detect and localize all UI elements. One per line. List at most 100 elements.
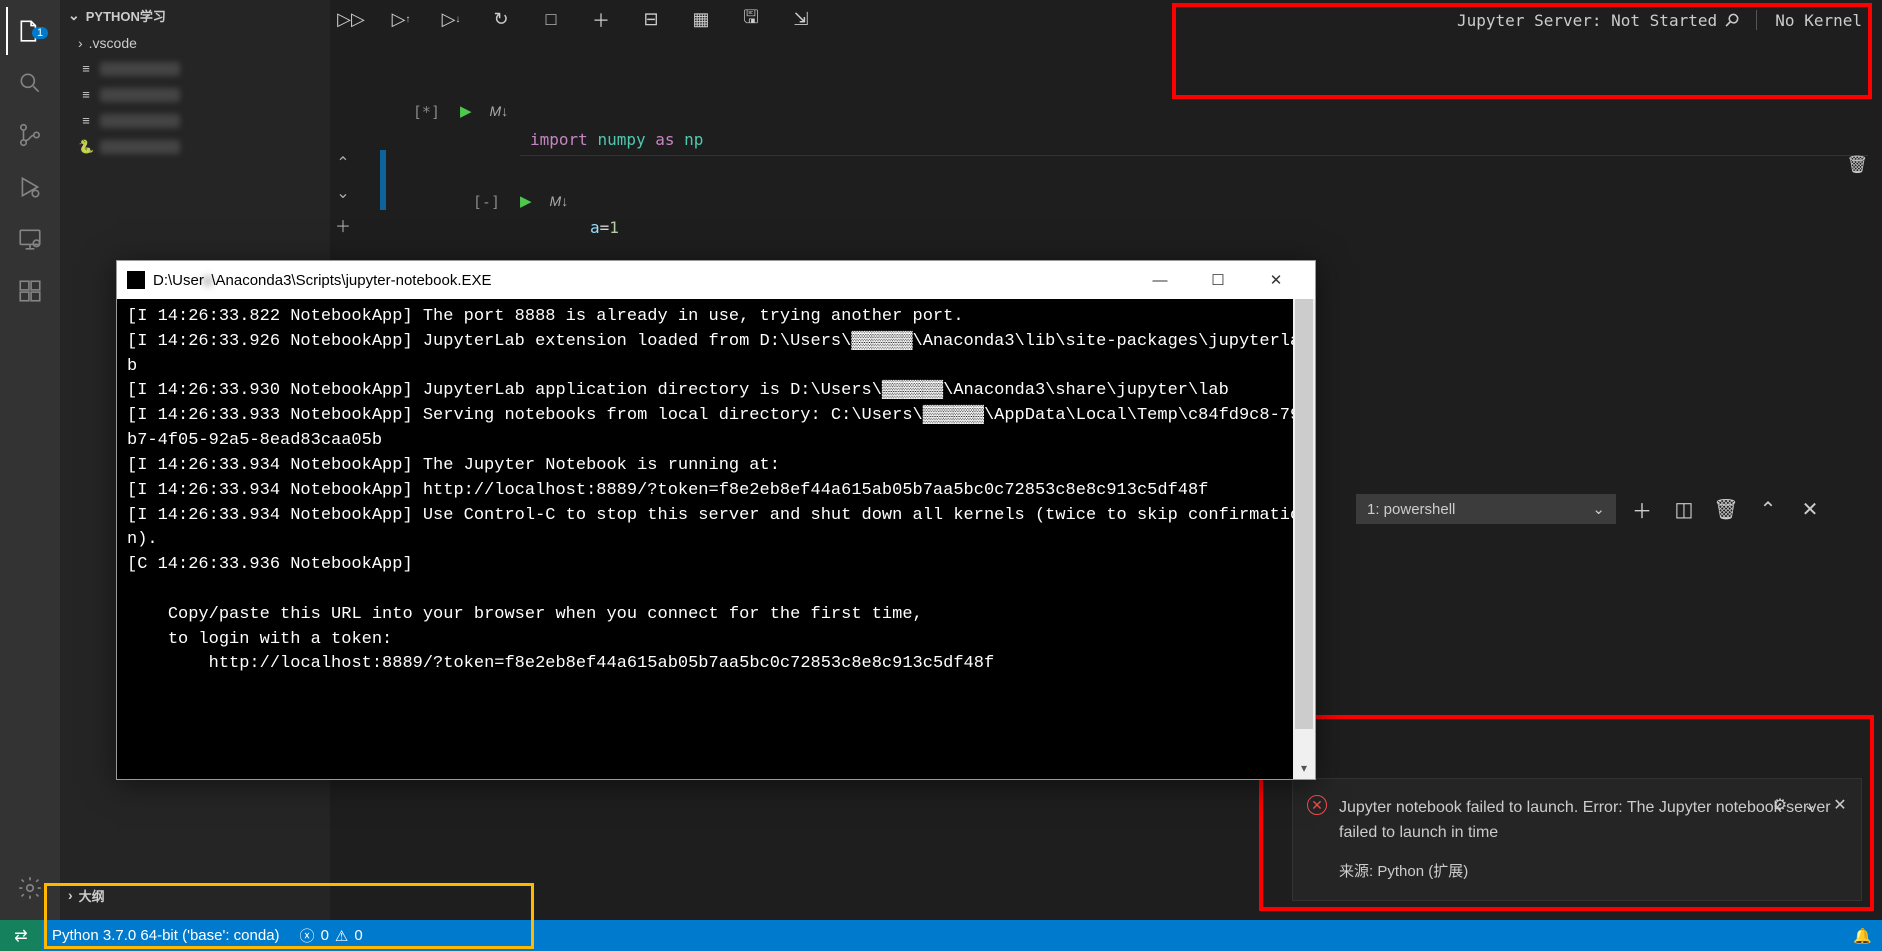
remote-icon: ⇄ <box>14 926 27 946</box>
chevron-right-icon: › <box>78 35 83 51</box>
list-icon: ≡ <box>78 61 94 77</box>
notification-toast: ✕ Jupyter notebook failed to launch. Err… <box>1292 778 1862 901</box>
search-icon[interactable] <box>6 59 54 107</box>
scroll-down-icon[interactable]: ▾ <box>1293 757 1315 779</box>
restart-icon[interactable]: ↻ <box>484 3 518 37</box>
export-icon[interactable]: ⇲ <box>784 3 818 37</box>
file-label: .vscode <box>89 35 137 51</box>
file-label: utils.py <box>100 114 180 128</box>
extensions-icon[interactable] <box>6 267 54 315</box>
bell-icon: 🔔 <box>1853 927 1872 945</box>
error-count: 0 <box>321 927 329 944</box>
chevron-down-icon: ⌄ <box>68 7 80 24</box>
chevron-down-icon[interactable]: ⌄ <box>1799 793 1821 819</box>
notebook-toolbar: ▷▷ ▷↑ ▷↓ ↻ □ ＋ ⊟ ▦ 🖫 ⇲ Jupyter Server: N… <box>330 0 1882 40</box>
gear-icon[interactable]: ⚙ <box>1769 793 1791 819</box>
minimize-button[interactable]: — <box>1131 261 1189 299</box>
close-button[interactable]: ✕ <box>1247 261 1305 299</box>
list-icon: ≡ <box>78 87 94 103</box>
markdown-toggle[interactable]: M↓ <box>490 103 509 119</box>
separator <box>1756 10 1757 30</box>
chevron-down-icon: ⌄ <box>1592 500 1605 518</box>
code-line[interactable]: import numpy as np <box>520 128 1868 156</box>
python-interpreter-status[interactable]: Python 3.7.0 64-bit ('base': conda) <box>42 920 290 951</box>
file-label: main.py <box>100 140 180 154</box>
file-item-vscode[interactable]: › .vscode <box>60 30 330 56</box>
run-cell-icon[interactable]: ▶ <box>520 192 532 210</box>
explorer-folder-name: PYTHON学习 <box>86 6 166 25</box>
markdown-toggle[interactable]: M↓ <box>550 193 569 209</box>
explorer-badge: 1 <box>32 27 48 39</box>
file-label: model.py <box>100 62 180 76</box>
python-icon: 🐍 <box>78 139 94 155</box>
warning-count: 0 <box>354 927 362 944</box>
move-down-icon[interactable]: ⌄ <box>336 183 349 203</box>
file-item[interactable]: ≡ utils.py <box>60 108 330 134</box>
scrollbar[interactable]: ▾ <box>1293 299 1315 779</box>
outline-title: 大纲 <box>79 886 105 905</box>
file-item[interactable]: ≡ model.py <box>60 56 330 82</box>
window-titlebar[interactable]: D:\Users\Anaconda3\Scripts\jupyter-noteb… <box>117 261 1315 299</box>
terminal-output[interactable]: [I 14:26:33.822 NotebookApp] The port 88… <box>117 299 1315 779</box>
clear-outputs-icon[interactable]: ⊟ <box>634 3 668 37</box>
code-line[interactable]: a=1 <box>580 216 1868 239</box>
window-title: D:\Users\Anaconda3\Scripts\jupyter-noteb… <box>153 272 492 289</box>
maximize-button[interactable]: ☐ <box>1189 261 1247 299</box>
add-cell-icon[interactable]: ＋ <box>584 3 618 37</box>
close-icon[interactable]: ✕ <box>1829 793 1851 819</box>
notebook-cell[interactable]: [*] ▶ M↓ import numpy as np <box>390 100 1882 121</box>
save-icon[interactable]: 🖫 <box>734 3 768 37</box>
scrollbar-thumb[interactable] <box>1295 299 1313 729</box>
cell-exec-count: [-] <box>450 190 500 211</box>
remote-explorer-icon[interactable] <box>6 215 54 263</box>
run-above-icon[interactable]: ▷↑ <box>384 3 418 37</box>
run-all-icon[interactable]: ▷▷ <box>334 3 368 37</box>
notifications-status[interactable]: 🔔 <box>1843 927 1882 945</box>
close-panel-icon[interactable]: ✕ <box>1794 497 1826 522</box>
run-cell-icon[interactable]: ▶ <box>460 102 472 120</box>
variables-icon[interactable]: ▦ <box>684 3 718 37</box>
file-item[interactable]: ≡ train.py <box>60 82 330 108</box>
external-terminal-window[interactable]: D:\Users\Anaconda3\Scripts\jupyter-noteb… <box>116 260 1316 780</box>
jupyter-server-label: Jupyter Server: Not Started <box>1457 11 1717 30</box>
maximize-panel-icon[interactable]: ⌃ <box>1752 497 1784 522</box>
remote-indicator[interactable]: ⇄ <box>0 920 42 951</box>
file-item[interactable]: 🐍 main.py <box>60 134 330 160</box>
notification-message: Jupyter notebook failed to launch. Error… <box>1339 795 1841 846</box>
list-icon: ≡ <box>78 113 94 129</box>
explorer-folder-header[interactable]: ⌄ PYTHON学习 <box>60 0 330 30</box>
cell-actions: ▶ M↓ <box>500 190 568 210</box>
cell-exec-count: [*] <box>390 100 440 121</box>
activity-bar: 1 <box>0 0 60 920</box>
source-control-icon[interactable] <box>6 111 54 159</box>
jupyter-server-status[interactable]: Jupyter Server: Not Started ⚲ <box>1457 10 1738 31</box>
cell-actions: ▶ M↓ <box>440 100 508 120</box>
settings-gear-icon[interactable] <box>6 864 54 912</box>
split-terminal-icon[interactable]: ◫ <box>1668 497 1700 522</box>
add-below-icon[interactable]: ＋ <box>335 213 351 237</box>
terminal-app-icon <box>127 271 145 289</box>
plug-icon: ⚲ <box>1720 8 1744 32</box>
problems-status[interactable]: ⓧ 0 ⚠ 0 <box>290 920 373 951</box>
notebook-cell[interactable]: [-] ▶ M↓ a=1 <box>390 190 1882 211</box>
file-label: train.py <box>100 88 180 102</box>
kill-terminal-icon[interactable]: 🗑 <box>1710 497 1742 522</box>
explorer-icon[interactable]: 1 <box>6 7 54 55</box>
kernel-status[interactable]: No Kernel <box>1775 11 1862 30</box>
status-bar: ⇄ Python 3.7.0 64-bit ('base': conda) ⓧ … <box>0 920 1882 951</box>
error-icon: ✕ <box>1307 795 1327 815</box>
new-terminal-icon[interactable]: ＋ <box>1626 495 1658 524</box>
outline-header[interactable]: › 大纲 <box>60 880 330 910</box>
terminal-selector[interactable]: 1: powershell ⌄ <box>1356 494 1616 524</box>
warning-count-icon: ⚠ <box>335 927 348 945</box>
run-below-icon[interactable]: ▷↓ <box>434 3 468 37</box>
move-up-icon[interactable]: ⌃ <box>336 153 349 173</box>
run-debug-icon[interactable] <box>6 163 54 211</box>
delete-cell-icon[interactable]: 🗑 <box>1846 155 1868 175</box>
interrupt-icon[interactable]: □ <box>534 3 568 37</box>
terminal-selector-label: 1: powershell <box>1367 501 1455 518</box>
terminal-panel-toolbar: 1: powershell ⌄ ＋ ◫ 🗑 ⌃ ✕ <box>1352 490 1882 528</box>
notification-source: 来源: Python (扩展) <box>1339 860 1841 884</box>
chevron-right-icon: › <box>68 887 73 903</box>
active-cell-indicator <box>380 150 386 210</box>
